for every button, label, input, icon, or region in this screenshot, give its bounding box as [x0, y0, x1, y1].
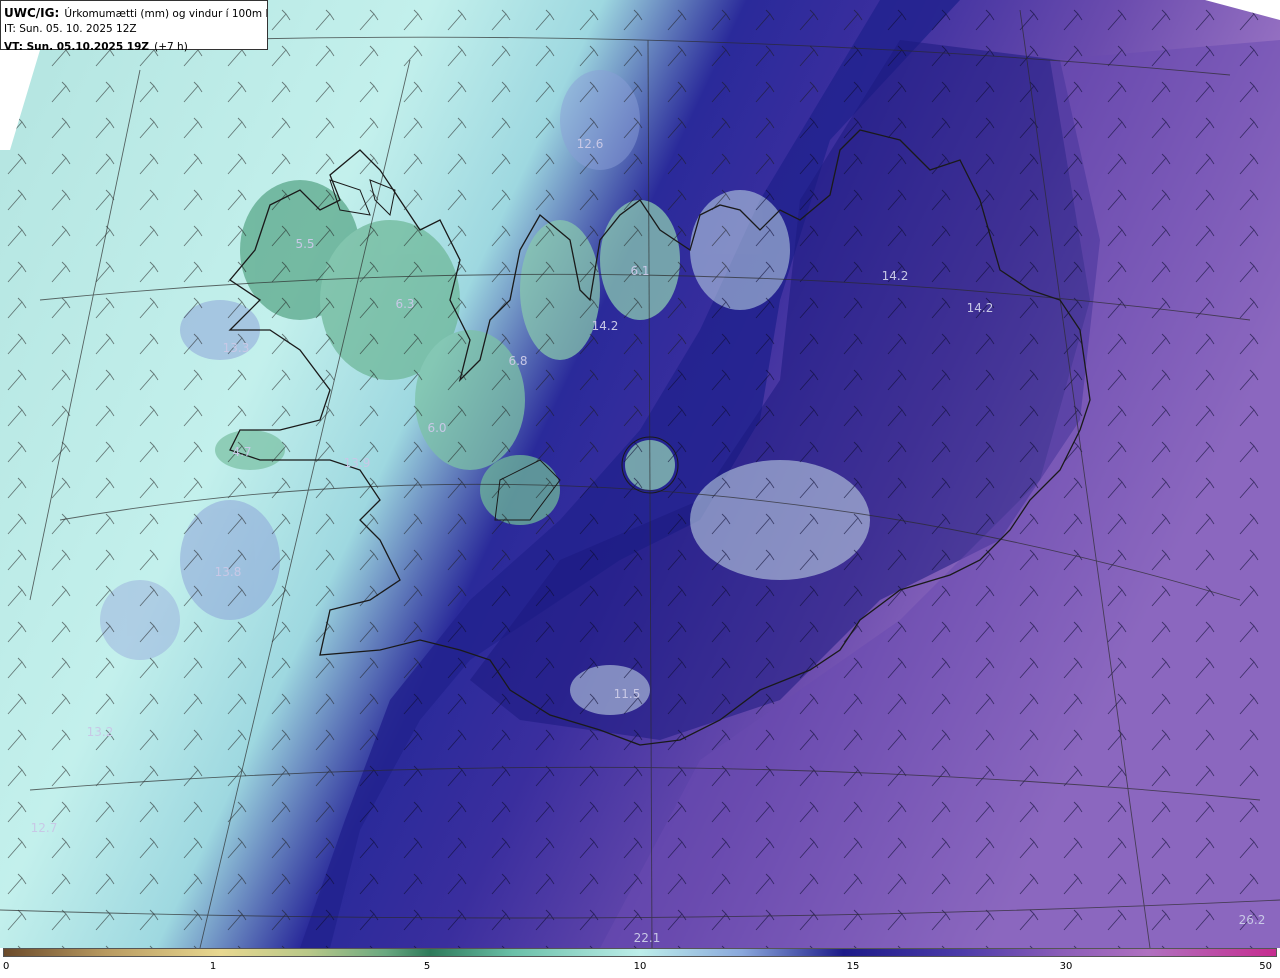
value-label: 6.0: [427, 421, 446, 435]
value-label: 6.1: [630, 264, 649, 278]
colorbar-tick-label: 50: [1259, 961, 1272, 972]
value-label: 13.9: [344, 456, 371, 470]
weather-map-figure: 5.5 6.3 13.3 4.7 6.0 6.8 13.9 12.6 6.1 14.2 14.2 14…: [0, 0, 1280, 978]
value-label: 13.8: [215, 565, 242, 579]
value-label: 6.8: [508, 354, 527, 368]
valid-time: VT: Sun. 05.10.2025 19Z: [4, 41, 150, 53]
value-label: 12.6: [577, 137, 604, 151]
colorbar-tick-label: 15: [846, 961, 860, 972]
variable-title: Úrkomumætti (mm) og vindur í 100m hæð: [64, 8, 267, 20]
colorbar-legend: 0 1 5 10 15 30 50: [0, 948, 1280, 978]
colorbar-tick-label: 10: [633, 961, 647, 972]
value-label: 14.2: [967, 301, 994, 315]
value-label: 14.2: [592, 319, 619, 333]
value-label: 4.7: [232, 445, 251, 459]
initial-time: IT: Sun. 05. 10. 2025 12Z: [4, 23, 137, 35]
colorbar-tick-label: 1: [209, 961, 217, 972]
value-label: 6.3: [395, 297, 414, 311]
value-label: 12.7: [31, 821, 58, 835]
title-box: UWC/IG: Úrkomumætti (mm) og vindur í 100…: [0, 0, 268, 53]
value-label: 26.2: [1239, 913, 1266, 927]
colorbar: [3, 948, 1277, 957]
colorbar-tick-label: 5: [423, 961, 431, 972]
forecast-lead: (+7 h): [154, 41, 188, 53]
precipitation-wind-map: 5.5 6.3 13.3 4.7 6.0 6.8 13.9 12.6 6.1 14.2 14.2 14…: [0, 0, 1280, 948]
value-label: 13.3: [223, 341, 250, 355]
value-label: 22.1: [634, 931, 661, 945]
value-label: 5.5: [295, 237, 314, 251]
value-label: 13.2: [87, 725, 114, 739]
colorbar-tick-label: 30: [1059, 961, 1073, 972]
product-name: UWC/IG:: [4, 6, 60, 20]
value-label: 14.2: [882, 269, 909, 283]
value-label: 11.5: [614, 687, 641, 701]
colorbar-tick-label: 0: [3, 961, 10, 972]
